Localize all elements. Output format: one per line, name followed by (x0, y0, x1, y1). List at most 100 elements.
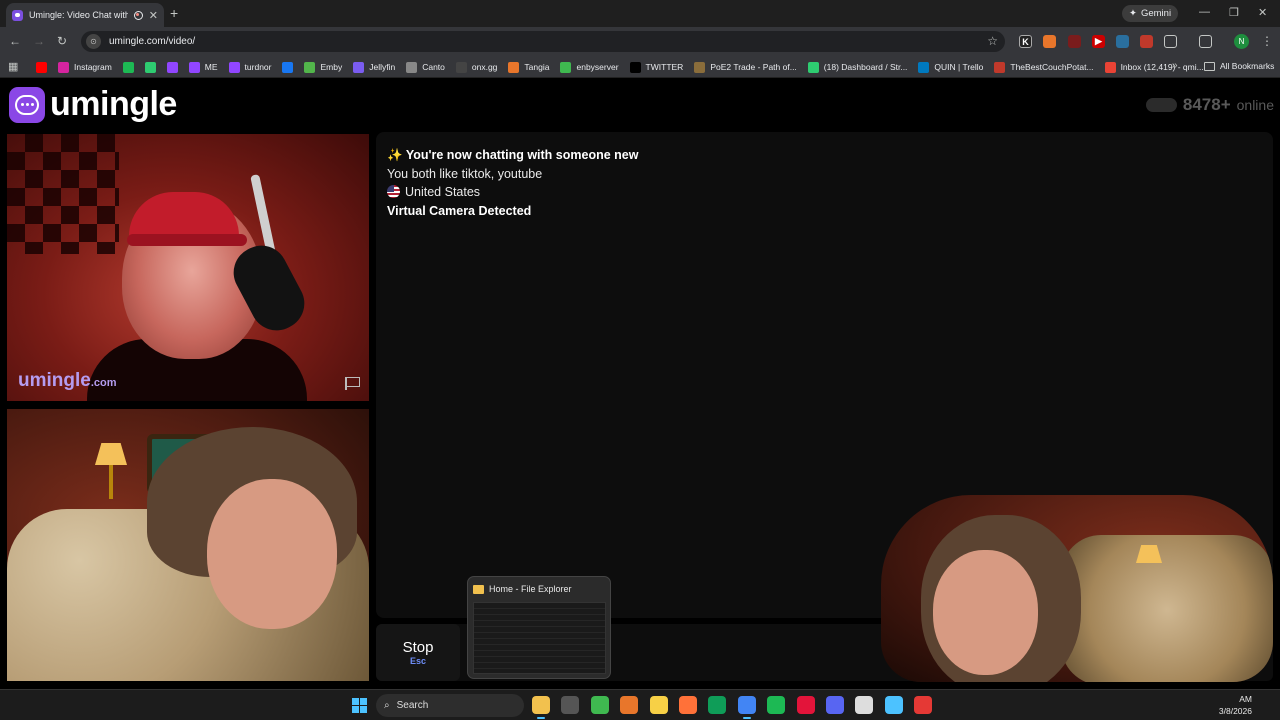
lamp-shade (95, 443, 127, 465)
browser-orange-icon[interactable] (620, 696, 638, 714)
browser-tab-strip: Umingle: Video Chat with S ✕ + ✦ Gemini … (0, 0, 1280, 27)
bookmark-item[interactable] (122, 61, 134, 73)
bookmark-item[interactable] (166, 61, 178, 73)
site-info-icon[interactable]: ⊙ (86, 34, 101, 49)
steam-icon[interactable] (855, 696, 873, 714)
bookmark-item[interactable]: QUIN | Trello (918, 61, 984, 73)
windows-start-icon[interactable] (352, 698, 367, 713)
stop-shortcut: Esc (409, 656, 426, 666)
online-label: online (1236, 97, 1274, 113)
window-close-icon[interactable]: ✕ (1258, 6, 1267, 19)
bookmark-item[interactable]: PoE2 Trade - Path of... (694, 61, 797, 73)
preview-face (933, 550, 1038, 675)
bookmark-favicon-icon (807, 61, 819, 73)
extension-red-shield-icon[interactable] (1140, 35, 1153, 48)
notepad-icon[interactable] (885, 696, 903, 714)
opera-icon[interactable] (797, 696, 815, 714)
chrome-icon[interactable] (738, 696, 756, 719)
bookmark-label: Tangia (524, 62, 550, 72)
bookmark-item[interactable]: Instagram (58, 61, 112, 73)
browser-tab-umingle[interactable]: Umingle: Video Chat with S ✕ (6, 3, 164, 27)
bookmark-item[interactable]: Jellyfin (353, 61, 395, 73)
firefox-icon[interactable] (679, 696, 697, 714)
umingle-logo[interactable]: umingle (9, 85, 177, 124)
bookmark-label: TWITTER (645, 62, 684, 72)
restore-icon[interactable]: ❐ (1229, 6, 1239, 19)
clock-app-icon[interactable] (561, 696, 579, 714)
bookmark-favicon-icon (166, 61, 178, 73)
bookmark-item[interactable]: onx.gg (455, 61, 498, 73)
reload-icon[interactable]: ↻ (57, 34, 67, 48)
watermark-suffix: .com (90, 377, 117, 389)
bookmark-label: Instagram (74, 62, 112, 72)
profile-avatar[interactable]: N (1234, 34, 1249, 49)
recorder-icon[interactable] (914, 696, 932, 714)
bookmark-star-icon[interactable]: ☆ (987, 34, 998, 48)
bookmark-label: onx.gg (471, 62, 498, 72)
sticky-notes-icon[interactable] (650, 696, 668, 714)
bookmark-item[interactable] (282, 61, 294, 73)
online-toggle[interactable] (1145, 98, 1177, 112)
side-panel-icon[interactable] (1199, 35, 1212, 48)
bookmark-item[interactable] (36, 61, 47, 73)
bookmark-item[interactable]: Emby (304, 61, 342, 73)
minimize-icon[interactable]: — (1199, 6, 1210, 18)
clock-date: 3/8/2026 (1218, 706, 1252, 716)
file-explorer-thumbnail[interactable]: Home - File Explorer (467, 576, 611, 679)
run-app-icon[interactable] (591, 696, 609, 714)
new-tab-button[interactable]: + (170, 5, 178, 21)
bookmark-item[interactable]: (18) Dashboard / Str... (807, 61, 907, 73)
report-flag-icon[interactable] (345, 377, 360, 390)
address-bar[interactable]: ⊙ umingle.com/video/ ☆ (81, 31, 1005, 52)
bookmark-item[interactable] (144, 61, 156, 73)
stop-label: Stop (402, 639, 434, 656)
bookmark-item[interactable]: Canto (406, 61, 445, 73)
bookmark-item[interactable]: Tangia (508, 61, 550, 73)
bookmark-favicon-icon (694, 61, 706, 73)
online-counter: 8478+ online (1145, 95, 1274, 115)
extensions-puzzle-icon[interactable] (1164, 35, 1177, 48)
preview-armchair (1061, 535, 1273, 682)
bookmark-item[interactable]: Inbox (12,419) - qmi... (1104, 61, 1204, 73)
self-camera-preview (881, 495, 1273, 682)
bookmark-item[interactable]: ME (188, 61, 218, 73)
apps-grid-icon[interactable]: ▦ (8, 60, 18, 73)
bookmark-favicon-icon (228, 61, 240, 73)
self-video (7, 409, 369, 681)
bookmark-item[interactable]: TWITTER (629, 61, 684, 73)
clock-time: AM (1239, 694, 1252, 704)
recording-indicator-icon (133, 10, 143, 20)
bookmark-favicon-icon (406, 61, 418, 73)
menu-kebab-icon[interactable]: ⋮ (1261, 34, 1273, 48)
taskbar-search[interactable]: ⌕ Search (376, 694, 524, 717)
chat-message-country: United States (387, 183, 1262, 202)
extension-translate-icon[interactable] (1116, 35, 1129, 48)
bookmark-item[interactable]: turdnor (228, 61, 271, 73)
extension-youtube-icon[interactable]: ▶ (1092, 35, 1105, 48)
extension-k-icon[interactable]: K (1019, 35, 1032, 48)
file-explorer-icon[interactable] (532, 696, 550, 719)
chat-message-new-chat: ✨ You're now chatting with someone new (387, 148, 639, 162)
bookmark-favicon-icon (353, 61, 365, 73)
discord-icon[interactable] (826, 696, 844, 714)
bookmark-label: enbyserver (576, 62, 619, 72)
bookmark-item[interactable]: TheBestCouchPotat... (994, 61, 1094, 73)
bookmarks-overflow-icon[interactable]: » (1172, 60, 1178, 71)
bookmark-favicon-icon (188, 61, 200, 73)
all-bookmarks-button[interactable]: All Bookmarks (1204, 61, 1274, 71)
bookmark-label: QUIN | Trello (934, 62, 984, 72)
bookmark-favicon-icon (1104, 61, 1116, 73)
forward-arrow-icon[interactable]: → (33, 34, 45, 48)
tab-close-icon[interactable]: ✕ (149, 9, 158, 22)
edge-icon[interactable] (708, 696, 726, 714)
system-clock[interactable]: AM 3/8/2026 (1206, 693, 1252, 717)
spotify-icon[interactable] (767, 696, 785, 714)
stop-button[interactable]: Stop Esc (376, 624, 460, 681)
extension-fox-icon[interactable] (1043, 35, 1056, 48)
bookmark-item[interactable]: enbyserver (560, 61, 619, 73)
extension-red-icon[interactable] (1068, 35, 1081, 48)
preview-thumbnail (473, 602, 606, 674)
gemini-button[interactable]: ✦ Gemini (1122, 5, 1179, 22)
bookmark-list: Instagram ME turdnor Emby Jellyfin Canto onx.g… (36, 56, 1204, 78)
back-arrow-icon[interactable]: ← (9, 34, 21, 48)
